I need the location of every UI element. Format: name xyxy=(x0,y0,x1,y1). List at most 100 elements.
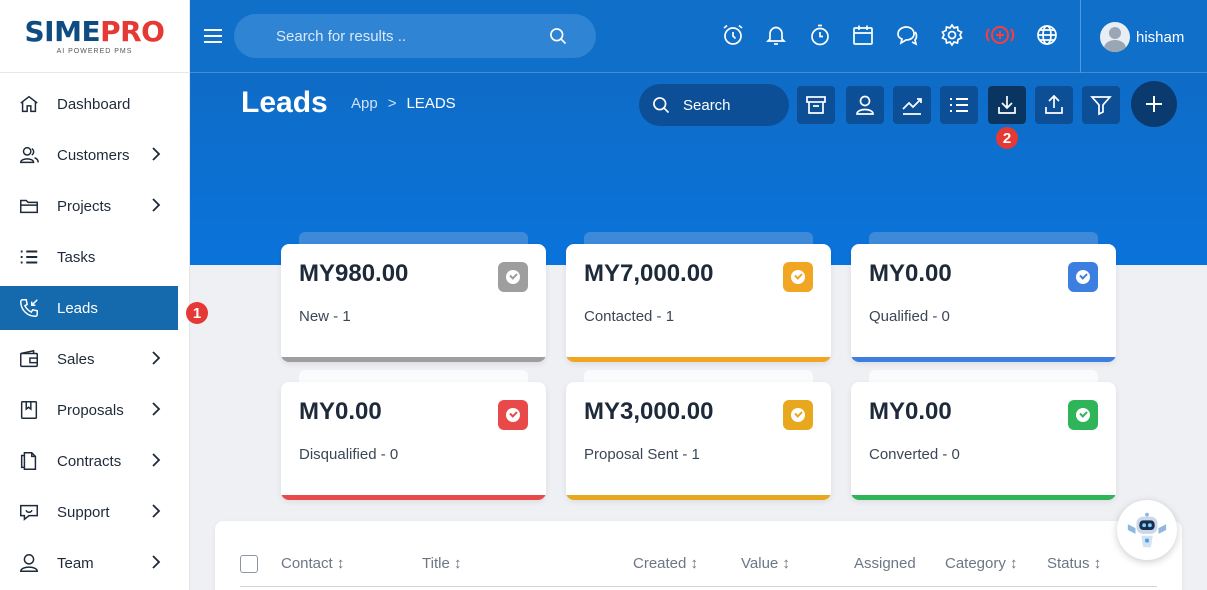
sidebar-item-team[interactable]: Team xyxy=(0,541,189,585)
download-button[interactable] xyxy=(988,86,1026,124)
status-card-qualified[interactable]: MY0.00 Qualified - 0 xyxy=(851,244,1116,362)
user-name: hisham xyxy=(1136,28,1185,46)
card-accent-bar xyxy=(566,495,831,500)
filter-icon xyxy=(1090,96,1112,116)
sidebar-item-dashboard[interactable]: Dashboard xyxy=(0,82,189,126)
sidebar-item-proposals[interactable]: Proposals xyxy=(0,388,189,432)
check-badge-icon xyxy=(783,262,813,292)
check-badge-icon xyxy=(498,262,528,292)
avatar xyxy=(1100,22,1130,52)
column-header-contact[interactable]: Contact ↕ xyxy=(281,555,344,572)
sidebar-item-leads[interactable]: Leads xyxy=(0,286,178,330)
list-icon xyxy=(18,246,40,268)
column-header-category[interactable]: Category ↕ xyxy=(945,555,1018,572)
sidebar-item-label: Team xyxy=(57,554,94,572)
card-label: Qualified - 0 xyxy=(869,308,950,325)
chart-button[interactable] xyxy=(893,86,931,124)
breadcrumb-current: LEADS xyxy=(406,95,456,112)
customers-icon xyxy=(18,144,40,166)
search-icon[interactable] xyxy=(548,26,568,46)
contract-icon xyxy=(18,450,40,472)
card-accent-bar xyxy=(566,357,831,362)
column-header-status[interactable]: Status ↕ xyxy=(1047,555,1101,572)
timer-icon[interactable] xyxy=(807,22,833,48)
home-icon xyxy=(18,93,40,115)
user-icon xyxy=(856,95,874,115)
card-accent-bar xyxy=(281,357,546,362)
leads-search-button[interactable]: Search xyxy=(639,84,789,126)
status-card-proposal-sent[interactable]: MY3,000.00 Proposal Sent - 1 xyxy=(566,382,831,500)
list-view-button[interactable] xyxy=(940,86,978,124)
status-card-disqualified[interactable]: MY0.00 Disqualified - 0 xyxy=(281,382,546,500)
user-menu[interactable]: hisham xyxy=(1100,22,1184,52)
column-header-created[interactable]: Created ↕ xyxy=(633,555,698,572)
download-icon xyxy=(998,96,1016,114)
sidebar-item-label: Support xyxy=(57,503,110,521)
top-bar: hisham xyxy=(190,0,1207,73)
bell-icon[interactable] xyxy=(763,22,789,48)
check-badge-icon xyxy=(498,400,528,430)
sidebar-item-label: Projects xyxy=(57,197,112,215)
global-search-input[interactable] xyxy=(276,27,526,45)
sidebar-item-customers[interactable]: Customers xyxy=(0,133,189,177)
check-badge-icon xyxy=(1068,400,1098,430)
status-card-new[interactable]: MY980.00 New - 1 xyxy=(281,244,546,362)
sidebar-item-projects[interactable]: Projects xyxy=(0,184,189,228)
add-lead-button[interactable] xyxy=(1131,81,1177,127)
chevron-right-icon xyxy=(150,400,162,418)
column-header-value[interactable]: Value ↕ xyxy=(741,555,790,572)
filter-button[interactable] xyxy=(1082,86,1120,124)
brand-tagline: AI POWERED PMS xyxy=(56,47,133,55)
upload-button[interactable] xyxy=(1035,86,1073,124)
search-icon xyxy=(653,97,670,114)
check-badge-icon xyxy=(1068,262,1098,292)
archive-icon xyxy=(806,96,826,114)
brand-name-part2: PRO xyxy=(100,14,165,48)
sidebar-item-tasks[interactable]: Tasks xyxy=(0,235,189,279)
card-amount: MY3,000.00 xyxy=(584,398,714,425)
ai-assistant-button[interactable] xyxy=(1117,500,1177,560)
calendar-icon[interactable] xyxy=(850,22,876,48)
table-header: Contact ↕ Title ↕ Created ↕ Value ↕ Assi… xyxy=(240,553,1157,587)
brand-logo[interactable]: SIMEPRO AI POWERED PMS xyxy=(0,0,189,73)
card-amount: MY7,000.00 xyxy=(584,260,714,287)
plus-icon xyxy=(1146,96,1162,112)
gear-icon[interactable] xyxy=(939,22,965,48)
chevron-right-icon xyxy=(150,196,162,214)
user-filter-button[interactable] xyxy=(846,86,884,124)
column-header-title[interactable]: Title ↕ xyxy=(422,555,461,572)
folder-icon xyxy=(18,195,40,217)
card-amount: MY0.00 xyxy=(299,398,382,425)
card-label: Proposal Sent - 1 xyxy=(584,446,700,463)
status-card-contacted[interactable]: MY7,000.00 Contacted - 1 xyxy=(566,244,831,362)
breadcrumb-root[interactable]: App xyxy=(351,95,378,112)
globe-icon[interactable] xyxy=(1034,22,1060,48)
header-divider xyxy=(1080,0,1081,73)
sidebar-nav: Dashboard Customers Projects Tasks Leads… xyxy=(0,73,189,585)
card-amount: MY980.00 xyxy=(299,260,409,287)
archive-button[interactable] xyxy=(797,86,835,124)
column-header-assigned[interactable]: Assigned xyxy=(854,555,916,572)
robot-icon xyxy=(1127,512,1167,548)
check-badge-icon xyxy=(783,400,813,430)
sidebar-item-contracts[interactable]: Contracts xyxy=(0,439,189,483)
card-accent-bar xyxy=(851,495,1116,500)
sidebar-item-sales[interactable]: Sales xyxy=(0,337,189,381)
card-label: New - 1 xyxy=(299,308,351,325)
add-circle-icon[interactable] xyxy=(985,22,1015,48)
support-icon xyxy=(18,501,40,523)
breadcrumb-separator: > xyxy=(387,95,397,112)
chevron-right-icon xyxy=(150,502,162,520)
chat-icon[interactable] xyxy=(894,22,920,48)
select-all-checkbox[interactable] xyxy=(240,555,258,573)
alarm-icon[interactable] xyxy=(720,22,746,48)
hamburger-menu-icon[interactable] xyxy=(202,25,224,47)
leads-table: Contact ↕ Title ↕ Created ↕ Value ↕ Assi… xyxy=(215,521,1182,590)
list-view-icon xyxy=(950,98,968,112)
card-accent-bar xyxy=(281,495,546,500)
sidebar-item-support[interactable]: Support xyxy=(0,490,189,534)
sidebar-item-label: Proposals xyxy=(57,401,124,419)
status-card-converted[interactable]: MY0.00 Converted - 0 xyxy=(851,382,1116,500)
sidebar-item-label: Customers xyxy=(57,146,130,164)
card-label: Converted - 0 xyxy=(869,446,960,463)
